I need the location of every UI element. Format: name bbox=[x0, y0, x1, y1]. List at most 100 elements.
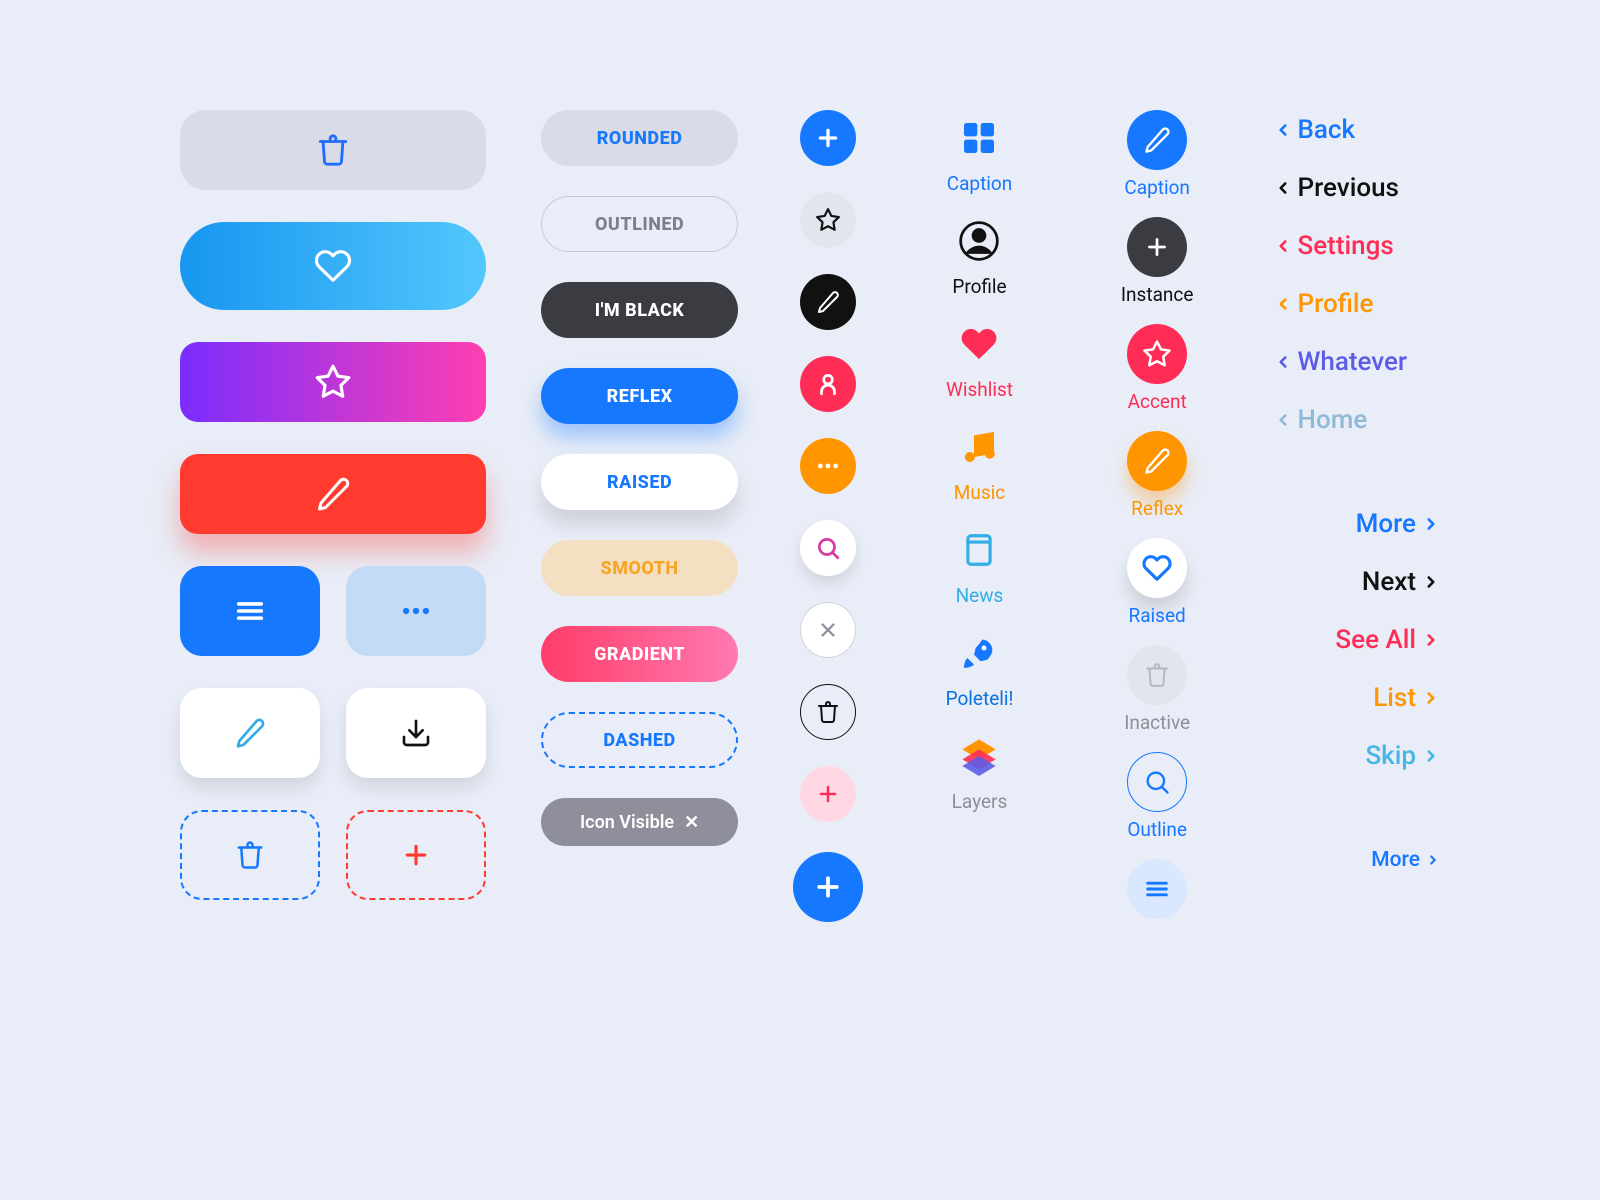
more-circle-button[interactable] bbox=[800, 438, 856, 494]
chip-label: Icon Visible bbox=[580, 812, 674, 833]
menu-button[interactable] bbox=[180, 566, 320, 656]
profile-link[interactable]: Profile bbox=[1274, 284, 1440, 324]
nav-label: Back bbox=[1298, 115, 1356, 145]
chevron-left-icon bbox=[1274, 116, 1292, 144]
wishlist-stack[interactable]: Wishlist bbox=[946, 316, 1013, 401]
icon-visible-chip[interactable]: Icon Visible ✕ bbox=[541, 798, 738, 846]
profile-icon bbox=[957, 219, 1001, 263]
pencil-icon bbox=[1143, 126, 1171, 154]
stack-label: Poleteli! bbox=[946, 687, 1014, 710]
whatever-link[interactable]: Whatever bbox=[1274, 342, 1440, 382]
outline-circle[interactable]: Outline bbox=[1127, 752, 1187, 841]
pencil-icon bbox=[315, 476, 351, 512]
caption-stack[interactable]: Caption bbox=[947, 110, 1013, 195]
stack-label: News bbox=[956, 584, 1004, 607]
see-all-link[interactable]: See All bbox=[1274, 620, 1440, 660]
add-circle-button[interactable] bbox=[800, 110, 856, 166]
settings-link[interactable]: Settings bbox=[1274, 226, 1440, 266]
rocket-icon bbox=[959, 633, 999, 673]
stack-label: Caption bbox=[947, 172, 1013, 195]
chevron-left-icon bbox=[1274, 348, 1292, 376]
more-link-small[interactable]: More bbox=[1274, 840, 1440, 880]
user-circle-button[interactable] bbox=[800, 356, 856, 412]
circle-label: Outline bbox=[1127, 818, 1187, 841]
circle-label: Instance bbox=[1121, 283, 1194, 306]
caption-circle[interactable]: Caption bbox=[1124, 110, 1190, 199]
stack-label: Music bbox=[954, 481, 1005, 504]
smooth-button[interactable]: SMOOTH bbox=[541, 540, 738, 596]
nav-label: List bbox=[1373, 683, 1416, 713]
layers-stack[interactable]: Layers bbox=[951, 728, 1007, 813]
add-smooth-circle-button[interactable] bbox=[800, 766, 856, 822]
chevron-left-icon bbox=[1274, 290, 1292, 318]
delete-button[interactable] bbox=[180, 110, 486, 190]
list-link[interactable]: List bbox=[1274, 678, 1440, 718]
heart-icon bbox=[959, 324, 999, 364]
chevron-left-icon bbox=[1274, 406, 1292, 434]
raised-button[interactable]: RAISED bbox=[541, 454, 738, 510]
news-stack[interactable]: News bbox=[951, 522, 1007, 607]
chevron-right-icon bbox=[1422, 684, 1440, 712]
column-circle-icons bbox=[793, 110, 863, 922]
chevron-left-icon bbox=[1274, 232, 1292, 260]
like-button[interactable] bbox=[180, 222, 486, 310]
back-link[interactable]: Back bbox=[1274, 110, 1440, 150]
music-icon bbox=[959, 427, 999, 467]
gradient-button[interactable]: GRADIENT bbox=[541, 626, 738, 682]
menu-circle[interactable] bbox=[1127, 859, 1187, 919]
skip-link[interactable]: Skip bbox=[1274, 736, 1440, 776]
user-icon bbox=[815, 371, 841, 397]
download-card-button[interactable] bbox=[346, 688, 486, 778]
profile-stack[interactable]: Profile bbox=[951, 213, 1007, 298]
black-button[interactable]: I'M BLACK bbox=[541, 282, 738, 338]
close-icon: ✕ bbox=[684, 812, 699, 833]
close-circle-button[interactable] bbox=[800, 602, 856, 658]
nav-label: Profile bbox=[1298, 289, 1374, 319]
close-icon bbox=[817, 619, 839, 641]
nav-label: Settings bbox=[1298, 231, 1394, 261]
nav-label: Skip bbox=[1365, 741, 1416, 771]
chevron-right-icon bbox=[1422, 510, 1440, 538]
previous-link[interactable]: Previous bbox=[1274, 168, 1440, 208]
add-dashed-button[interactable] bbox=[346, 810, 486, 900]
more-button[interactable] bbox=[346, 566, 486, 656]
trash-icon bbox=[1144, 662, 1170, 688]
home-link[interactable]: Home bbox=[1274, 400, 1440, 440]
search-icon bbox=[815, 535, 841, 561]
music-stack[interactable]: Music bbox=[951, 419, 1007, 504]
edit-button[interactable] bbox=[180, 454, 486, 534]
instance-circle[interactable]: Instance bbox=[1121, 217, 1194, 306]
heart-icon bbox=[1142, 553, 1172, 583]
next-link[interactable]: Next bbox=[1274, 562, 1440, 602]
delete-dashed-button[interactable] bbox=[180, 810, 320, 900]
add-fab-button[interactable] bbox=[793, 852, 863, 922]
delete-circle-button[interactable] bbox=[800, 684, 856, 740]
menu-icon bbox=[1143, 875, 1171, 903]
circle-label: Accent bbox=[1128, 390, 1187, 413]
poleteli-stack[interactable]: Poleteli! bbox=[946, 625, 1014, 710]
column-text-buttons: ROUNDED OUTLINED I'M BLACK REFLEX RAISED… bbox=[541, 110, 738, 846]
favorite-button[interactable] bbox=[180, 342, 486, 422]
rounded-button[interactable]: ROUNDED bbox=[541, 110, 738, 166]
reflex-button[interactable]: REFLEX bbox=[541, 368, 738, 424]
reflex-circle[interactable]: Reflex bbox=[1127, 431, 1187, 520]
grid-icon bbox=[959, 118, 999, 158]
edit-card-button[interactable] bbox=[180, 688, 320, 778]
nav-label: More bbox=[1371, 848, 1420, 872]
star-icon bbox=[815, 207, 841, 233]
outlined-button[interactable]: OUTLINED bbox=[541, 196, 738, 252]
accent-circle[interactable]: Accent bbox=[1127, 324, 1187, 413]
dashed-button[interactable]: DASHED bbox=[541, 712, 738, 768]
edit-circle-button[interactable] bbox=[800, 274, 856, 330]
circle-label: Caption bbox=[1124, 176, 1190, 199]
raised-circle[interactable]: Raised bbox=[1127, 538, 1187, 627]
search-circle-button[interactable] bbox=[800, 520, 856, 576]
star-circle-button[interactable] bbox=[800, 192, 856, 248]
nav-label: Home bbox=[1298, 405, 1368, 435]
plus-icon bbox=[816, 782, 840, 806]
heart-icon bbox=[314, 247, 352, 285]
chevron-right-icon bbox=[1422, 742, 1440, 770]
more-link[interactable]: More bbox=[1274, 504, 1440, 544]
layers-icon bbox=[959, 736, 999, 776]
inactive-circle[interactable]: Inactive bbox=[1124, 645, 1190, 734]
